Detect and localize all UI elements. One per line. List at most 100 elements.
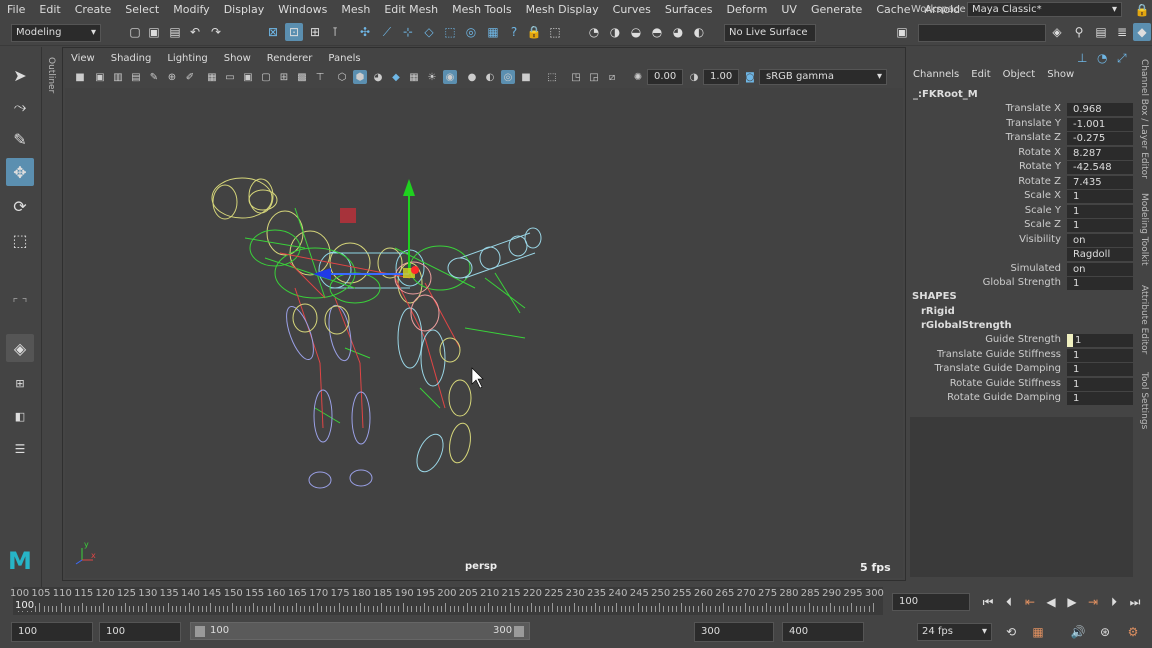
menu-deform[interactable]: Deform (719, 3, 774, 16)
channel-menu-edit[interactable]: Edit (965, 69, 996, 85)
3d-viewport[interactable]: x y persp 5 fps (65, 88, 903, 578)
attribute-value[interactable]: on (1067, 233, 1133, 247)
channel-box-icon[interactable]: ◔ (1097, 51, 1107, 65)
attribute-row[interactable]: Translate Z -0.275 (907, 132, 1136, 146)
attribute-value[interactable]: 1 (1067, 204, 1133, 218)
two-pane-layout-icon[interactable]: ◧ (6, 402, 34, 430)
attribute-row[interactable]: Scale Z 1 (907, 219, 1136, 233)
field-chart-icon[interactable]: ⊞ (277, 70, 291, 84)
layer-editor-icon[interactable]: ⊥ (1077, 51, 1087, 65)
attribute-row[interactable]: Translate Y -1.001 (907, 117, 1136, 132)
attribute-value[interactable]: 1 (1067, 190, 1133, 203)
playback-end-field[interactable]: 300 (694, 622, 774, 642)
render-icon[interactable]: ◔ (585, 23, 603, 41)
color-management-icon[interactable]: ◙ (743, 70, 757, 84)
outliner-side-tab[interactable]: Outliner (41, 47, 61, 587)
menu-mesh-display[interactable]: Mesh Display (519, 3, 606, 16)
shape-rrigid[interactable]: rRigid (921, 306, 955, 317)
new-scene-icon[interactable]: ▢ (126, 23, 144, 41)
attribute-value[interactable]: 0.968 (1067, 103, 1133, 116)
step-forward-frame-icon[interactable]: ⇥ (1085, 594, 1101, 610)
image-plane-icon[interactable]: ▤ (129, 70, 143, 84)
menu-select[interactable]: Select (118, 3, 166, 16)
channel-menu-show[interactable]: Show (1041, 69, 1080, 85)
step-back-key-icon[interactable]: ⏴ (1001, 594, 1017, 610)
render-settings-icon[interactable]: ◒ (627, 23, 645, 41)
quick-input-field[interactable] (918, 24, 1046, 42)
attribute-row[interactable]: Rotate Z 7.435 (907, 175, 1136, 190)
help-icon[interactable]: ? (505, 23, 523, 41)
step-back-frame-icon[interactable]: ⇤ (1022, 594, 1038, 610)
lock-workspace-icon[interactable]: 🔒 (1133, 1, 1151, 19)
channel-menu-channels[interactable]: Channels (907, 69, 965, 85)
depth-of-field-icon[interactable]: ■ (519, 70, 533, 84)
menu-create[interactable]: Create (68, 3, 119, 16)
sound-icon[interactable]: 🔊 (1070, 624, 1086, 640)
shape-attribute-value[interactable]: 1 (1067, 377, 1133, 391)
scale-tool-icon[interactable]: ⬚ (6, 226, 34, 254)
time-slider[interactable]: 100 105 110 115 120 125 130 135 140 145 150 155 160 1… (10, 587, 884, 615)
smooth-shade-icon[interactable]: ⬢ (353, 70, 367, 84)
channel-menu-object[interactable]: Object (997, 69, 1042, 85)
color-space-select[interactable]: sRGB gamma ▾ (759, 69, 887, 85)
use-all-lights-icon[interactable]: ☀ (425, 70, 439, 84)
snap-curve-icon[interactable]: ⟋ (378, 23, 396, 41)
isolate-select-icon[interactable]: ⬚ (545, 70, 559, 84)
shadows-icon[interactable]: ◉ (443, 70, 457, 84)
menu-edit-mesh[interactable]: Edit Mesh (377, 3, 445, 16)
snap-surface-icon[interactable]: ⬚ (441, 23, 459, 41)
attribute-value[interactable]: 1 (1067, 277, 1133, 290)
attribute-editor-icon[interactable]: ▤ (1092, 23, 1110, 41)
shape-attribute-row[interactable]: Translate Guide Damping 1 (907, 363, 1136, 377)
fps-select[interactable]: 24 fps ▾ (917, 623, 992, 641)
current-frame-field[interactable]: 100 (892, 593, 970, 611)
attribute-row[interactable]: Scale Y 1 (907, 204, 1136, 219)
panel-menu-renderer[interactable]: Renderer (259, 53, 321, 64)
range-end-handle[interactable] (514, 626, 524, 637)
play-backwards-icon[interactable]: ◀ (1043, 594, 1059, 610)
attribute-row[interactable]: Translate X 0.968 (907, 103, 1136, 117)
panel-menu-lighting[interactable]: Lighting (159, 53, 215, 64)
attribute-value[interactable]: 1 (1067, 219, 1133, 232)
snap-point-icon[interactable]: ⊹ (399, 23, 417, 41)
gate-mask-icon[interactable]: ▢ (259, 70, 273, 84)
range-slider[interactable]: 100 300 (190, 622, 530, 640)
lasso-tool-icon[interactable]: ⤳ (6, 93, 34, 121)
grease-pencil-icon[interactable]: ✎ (147, 70, 161, 84)
2d-pan-zoom-icon[interactable]: ⊕ (165, 70, 179, 84)
shape-attribute-row[interactable]: Rotate Guide Stiffness 1 (907, 377, 1136, 392)
last-tool-icon[interactable]: ⌜ ⌝ (6, 289, 34, 317)
attribute-row[interactable]: Rotate X 8.287 (907, 146, 1136, 161)
tab-attribute-editor[interactable]: Attribute Editor (1139, 285, 1149, 354)
tab-modeling-toolkit[interactable]: Modeling Toolkit (1139, 193, 1149, 266)
wireframe-icon[interactable]: ⬡ (335, 70, 349, 84)
menu-surfaces[interactable]: Surfaces (658, 3, 720, 16)
shape-attribute-value[interactable]: 1 (1067, 363, 1133, 376)
ipr-icon[interactable]: ◑ (606, 23, 624, 41)
menu-mesh-tools[interactable]: Mesh Tools (445, 3, 519, 16)
shape-attribute-value[interactable]: 1 (1067, 334, 1133, 347)
shape-attribute-value[interactable]: 1 (1067, 348, 1133, 362)
attribute-value[interactable]: on (1067, 262, 1133, 276)
safe-title-icon[interactable]: ⊤ (313, 70, 327, 84)
modeling-toolkit-icon[interactable]: ◈ (1048, 23, 1066, 41)
xray-joints-icon[interactable]: ◲ (587, 70, 601, 84)
animation-prefs-icon[interactable]: ⚙ (1125, 624, 1141, 640)
panel-menu-shading[interactable]: Shading (103, 53, 160, 64)
shape-rglobalstrength[interactable]: rGlobalStrength (921, 320, 1012, 331)
menu-uv[interactable]: UV (774, 3, 804, 16)
open-scene-icon[interactable]: ▣ (145, 23, 163, 41)
shape-attribute-row[interactable]: Translate Guide Stiffness 1 (907, 348, 1136, 363)
workspace-select[interactable]: Maya Classic* ▾ (967, 2, 1122, 17)
paint-select-tool-icon[interactable]: ✎ (6, 125, 34, 153)
attribute-row[interactable]: Rotate Y -42.548 (907, 161, 1136, 175)
auto-key-icon[interactable]: ⊛ (1097, 624, 1113, 640)
snap-live-icon[interactable]: ◎ (462, 23, 480, 41)
select-component-icon[interactable]: ⊞ (306, 23, 324, 41)
shape-attribute-row[interactable]: Guide Strength 1 (907, 334, 1136, 348)
lock-icon[interactable]: 🔒 (525, 23, 543, 41)
hik-icon[interactable]: ⚲ (1070, 23, 1088, 41)
menu-file[interactable]: File (0, 3, 32, 16)
attribute-value[interactable]: -0.275 (1067, 132, 1133, 145)
history-icon[interactable]: ▦ (484, 23, 502, 41)
